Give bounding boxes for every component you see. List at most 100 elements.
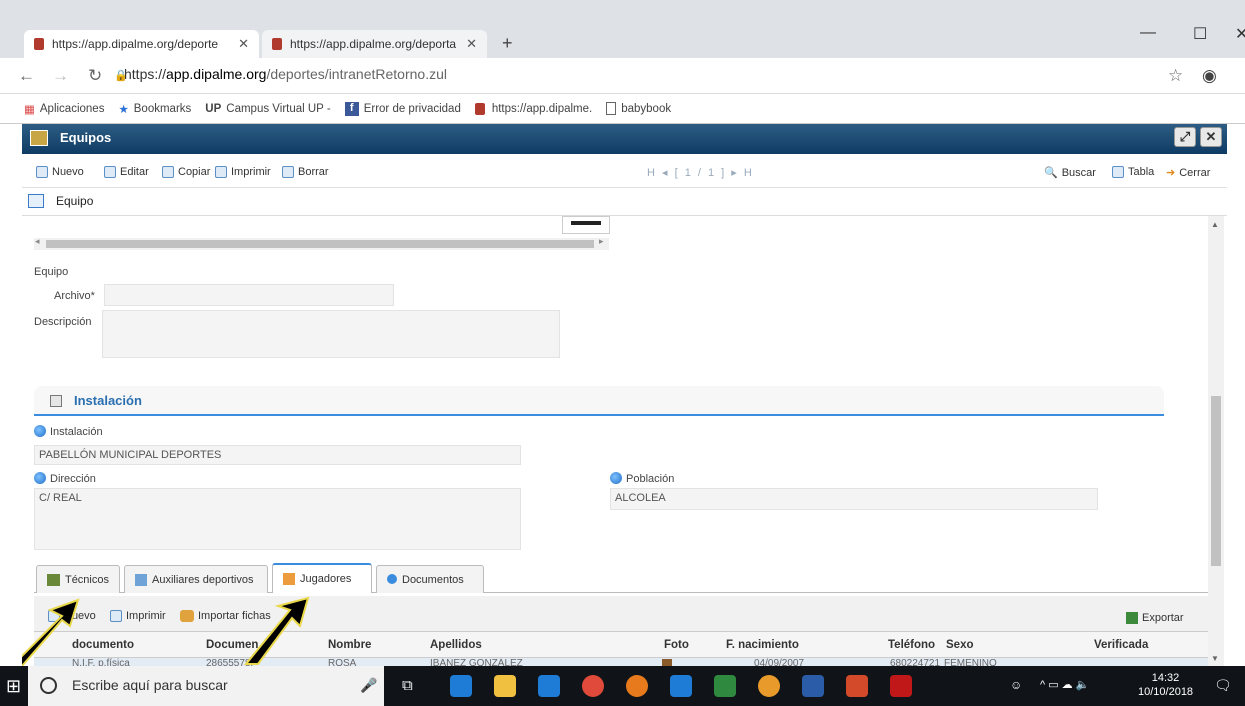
instalacion-header-title: Instalación bbox=[74, 393, 142, 408]
windows-taskbar: ⊞ Escribe aquí para buscar 🎤 ⧉ ☺ ^ ▭ ☁ 🔈… bbox=[0, 666, 1245, 706]
scrollbar-thumb[interactable] bbox=[1211, 396, 1221, 566]
tecnicos-icon bbox=[47, 574, 60, 586]
scroll-down-icon[interactable]: ▼ bbox=[1211, 654, 1219, 663]
apps-grid-icon: ▦ bbox=[24, 103, 35, 116]
col-telefono[interactable]: Teléfono bbox=[888, 639, 935, 651]
word-icon[interactable] bbox=[802, 675, 824, 697]
bookmark-babybook[interactable]: babybook bbox=[606, 102, 671, 115]
scrollbar-thumb[interactable] bbox=[46, 240, 594, 248]
tab-label: Jugadores bbox=[300, 573, 352, 585]
col-verificada[interactable]: Verificada bbox=[1094, 639, 1148, 651]
descripcion-textarea[interactable] bbox=[102, 310, 560, 358]
binoculars-icon: 🔍 bbox=[1044, 167, 1058, 179]
descripcion-label: Descripción bbox=[34, 316, 92, 328]
equipos-icon bbox=[30, 130, 48, 146]
acrobat-icon[interactable] bbox=[890, 675, 912, 697]
reload-icon[interactable]: ↻ bbox=[88, 66, 102, 86]
tab-jugadores[interactable]: Jugadores bbox=[272, 563, 372, 593]
bookmark-bookmarks[interactable]: ★ Bookmarks bbox=[118, 102, 191, 116]
scroll-left-icon[interactable]: ◂ bbox=[35, 236, 40, 247]
tab-auxiliares[interactable]: Auxiliares deportivos bbox=[124, 565, 268, 593]
nuevo-label: Nuevo bbox=[52, 166, 84, 178]
task-view-icon[interactable]: ⧉ bbox=[402, 677, 413, 694]
powerpoint-icon[interactable] bbox=[846, 675, 868, 697]
equipo-section-title: Equipo bbox=[56, 194, 94, 208]
notifications-icon[interactable]: 🗨 bbox=[1214, 677, 1232, 694]
windows-start-icon[interactable]: ⊞ bbox=[6, 676, 21, 697]
col-foto[interactable]: Foto bbox=[664, 639, 689, 651]
close-tab-icon[interactable]: ✕ bbox=[238, 36, 249, 52]
imprimir-button[interactable]: Imprimir bbox=[215, 166, 271, 178]
horizontal-scrollbar[interactable]: ◂ ▸ bbox=[34, 236, 609, 250]
minimize-icon[interactable]: — bbox=[1140, 24, 1156, 42]
tab-documentos[interactable]: Documentos bbox=[376, 565, 484, 593]
url-input[interactable]: https://app.dipalme.org/deportes/intrane… bbox=[124, 66, 447, 82]
store-icon[interactable] bbox=[538, 675, 560, 697]
people-icon[interactable]: ☺ bbox=[1010, 678, 1022, 692]
tray-icons[interactable]: ^ ▭ ☁ 🔈 bbox=[1040, 678, 1089, 691]
editar-button[interactable]: Editar bbox=[104, 166, 149, 178]
vertical-scrollbar[interactable]: ▲ ▼ bbox=[1208, 216, 1224, 666]
app-window-titlebar: Equipos ⤢ ✕ bbox=[22, 124, 1227, 154]
record-pager[interactable]: H ◂ [ 1 / 1 ] ▸ H bbox=[647, 166, 754, 179]
app-orange-icon[interactable] bbox=[758, 675, 780, 697]
taskbar-search-input[interactable]: Escribe aquí para buscar 🎤 bbox=[28, 666, 384, 706]
file-explorer-icon[interactable] bbox=[494, 675, 516, 697]
expand-icon[interactable]: ⤢ bbox=[1174, 127, 1196, 147]
cell-apellidos: IBÁÑEZ GONZÁLEZ bbox=[430, 658, 523, 666]
bookmark-dipalme[interactable]: https://app.dipalme. bbox=[474, 102, 592, 115]
table-icon bbox=[1112, 166, 1124, 178]
tab-tecnicos[interactable]: Técnicos bbox=[36, 565, 120, 593]
instalacion-label: Instalación bbox=[34, 425, 103, 438]
col-apellidos[interactable]: Apellidos bbox=[430, 639, 482, 651]
col-sexo[interactable]: Sexo bbox=[946, 639, 974, 651]
browser-tab-title: https://app.dipalme.org/deporte bbox=[52, 37, 219, 51]
bookmark-apps[interactable]: ▦ Aplicaciones bbox=[24, 102, 104, 116]
cerrar-label: Cerrar bbox=[1179, 166, 1211, 179]
borrar-label: Borrar bbox=[298, 166, 329, 178]
form-content: ◂ ▸ Equipo Archivo* Descripción Instalac… bbox=[22, 216, 1227, 666]
browser-tab-1[interactable]: https://app.dipalme.org/deporte ✕ bbox=[24, 30, 259, 58]
direccion-textarea[interactable]: C/ REAL bbox=[34, 488, 521, 550]
borrar-button[interactable]: Borrar bbox=[282, 166, 329, 178]
close-window-icon[interactable]: ✕ bbox=[1235, 24, 1245, 44]
forward-arrow-icon[interactable]: → bbox=[52, 66, 69, 86]
browser-tab-2[interactable]: https://app.dipalme.org/deporta ✕ bbox=[262, 30, 487, 58]
poblacion-field[interactable]: ALCOLEA bbox=[610, 488, 1098, 510]
archivo-input[interactable] bbox=[104, 284, 394, 306]
edit-icon bbox=[104, 166, 116, 178]
exportar-button[interactable]: Exportar bbox=[1126, 612, 1184, 624]
nuevo-button[interactable]: Nuevo bbox=[36, 166, 84, 178]
editar-label: Editar bbox=[120, 166, 149, 178]
bookmark-privacidad[interactable]: f Error de privacidad bbox=[344, 101, 461, 116]
profile-icon[interactable]: ◉ bbox=[1202, 66, 1217, 86]
tabla-button[interactable]: Tabla bbox=[1112, 166, 1154, 178]
star-bookmark-icon[interactable]: ☆ bbox=[1168, 66, 1183, 86]
instalacion-field[interactable]: PABELLÓN MUNICIPAL DEPORTES bbox=[34, 445, 521, 465]
microphone-icon[interactable]: 🎤 bbox=[360, 677, 377, 694]
buscar-button[interactable]: 🔍 Buscar bbox=[1044, 166, 1096, 180]
scroll-up-icon[interactable]: ▲ bbox=[1211, 220, 1219, 229]
copiar-button[interactable]: Copiar bbox=[162, 166, 210, 178]
chrome-icon[interactable] bbox=[582, 675, 604, 697]
app-title: Equipos bbox=[60, 130, 112, 145]
taskbar-clock[interactable]: 14:32 10/10/2018 bbox=[1138, 671, 1193, 699]
archivo-label: Archivo* bbox=[54, 290, 95, 302]
cortana-icon bbox=[40, 677, 57, 694]
arrow-to-nuevo bbox=[22, 598, 80, 666]
bookmark-campus[interactable]: UP Campus Virtual UP - bbox=[205, 103, 330, 115]
col-f-nacimiento[interactable]: F. nacimiento bbox=[726, 639, 799, 651]
scroll-right-icon[interactable]: ▸ bbox=[599, 236, 604, 247]
internet-explorer-icon[interactable] bbox=[670, 675, 692, 697]
edge-icon[interactable] bbox=[450, 675, 472, 697]
new-tab-button[interactable]: + bbox=[502, 33, 513, 54]
cerrar-button[interactable]: ➜ Cerrar bbox=[1166, 166, 1211, 180]
firefox-icon[interactable] bbox=[626, 675, 648, 697]
photo-icon bbox=[662, 659, 672, 666]
back-arrow-icon[interactable]: ← bbox=[18, 66, 35, 86]
poblacion-label: Población bbox=[610, 472, 674, 485]
close-tab-icon[interactable]: ✕ bbox=[466, 36, 477, 52]
spreadsheet-icon[interactable] bbox=[714, 675, 736, 697]
maximize-icon[interactable]: ☐ bbox=[1193, 24, 1207, 44]
close-panel-icon[interactable]: ✕ bbox=[1200, 127, 1222, 147]
